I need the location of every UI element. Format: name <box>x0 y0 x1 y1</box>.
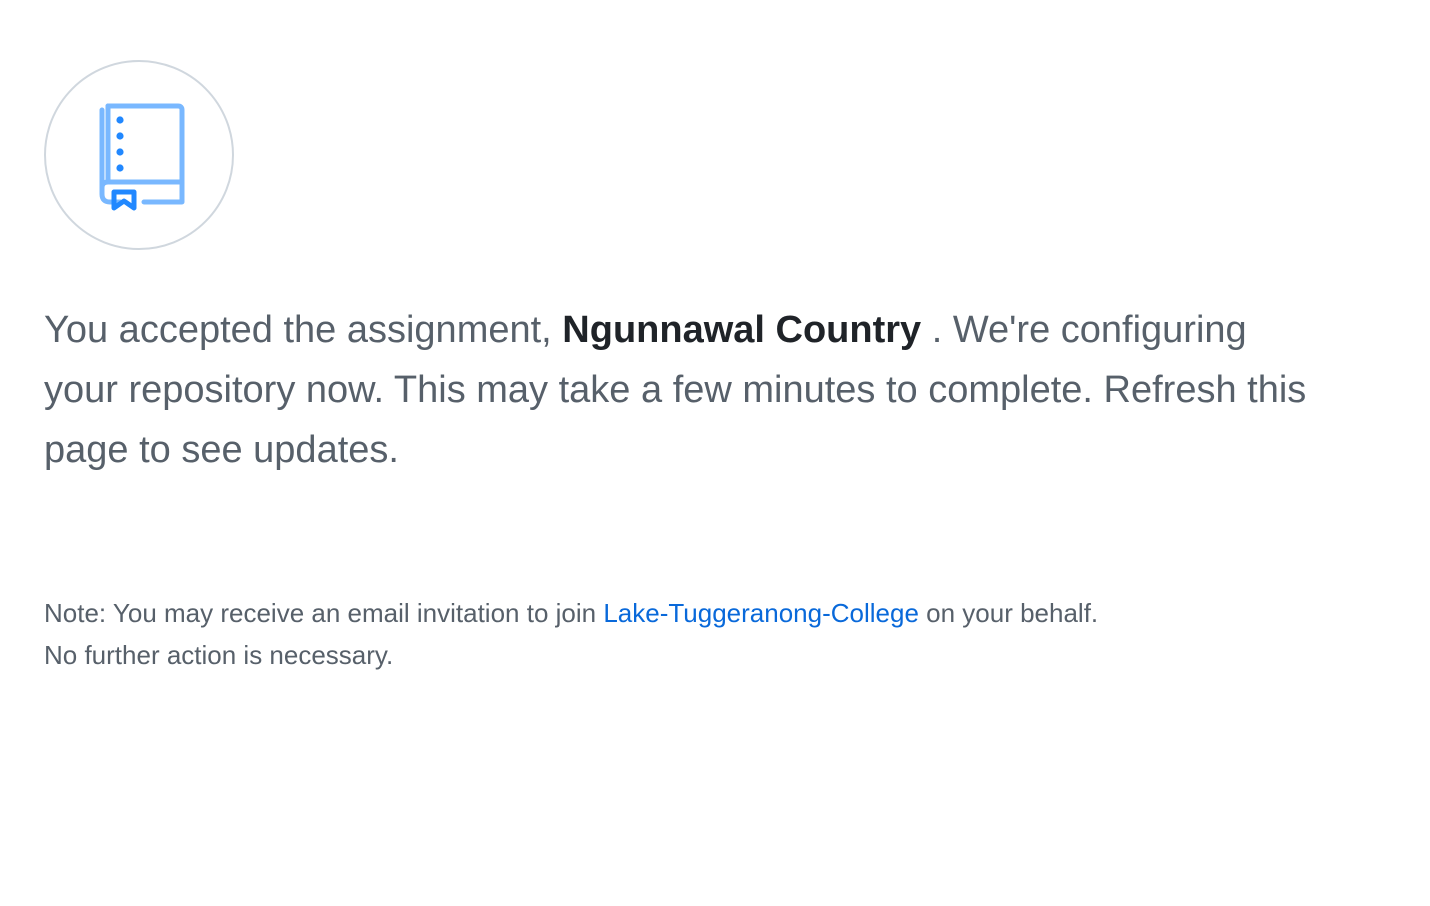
repo-book-icon <box>99 103 185 211</box>
email-invitation-note: Note: You may receive an email invitatio… <box>44 592 1344 676</box>
message-prefix: You accepted the assignment, <box>44 309 563 351</box>
page: You accepted the assignment, Ngunnawal C… <box>0 0 1430 906</box>
organization-link[interactable]: Lake-Tuggeranong-College <box>603 598 919 628</box>
repo-icon-circle <box>44 60 234 250</box>
assignment-accepted-message: You accepted the assignment, Ngunnawal C… <box>44 300 1324 480</box>
note-suffix: on your behalf. <box>918 598 1099 628</box>
assignment-name: Ngunnawal Country <box>562 309 922 351</box>
note-line2: No further action is necessary. <box>44 640 394 670</box>
note-prefix: Note: You may receive an email invitatio… <box>44 598 604 628</box>
